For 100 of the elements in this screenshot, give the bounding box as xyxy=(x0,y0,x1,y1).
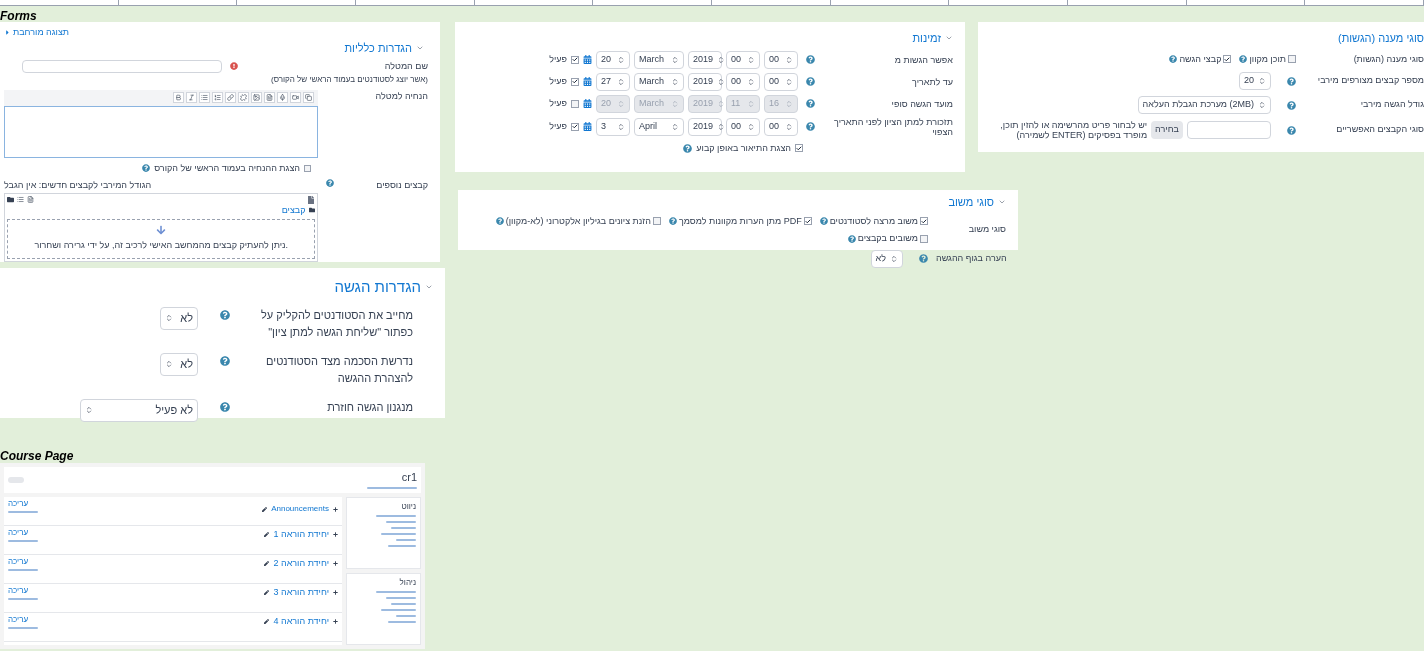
checkbox[interactable] xyxy=(1288,55,1296,64)
select-field[interactable]: לא xyxy=(160,352,198,376)
section-title[interactable]: יחידת הוראה 4 xyxy=(273,615,329,629)
folder-link[interactable]: קבצים xyxy=(281,203,306,217)
name-input[interactable] xyxy=(22,60,222,73)
table-view-icon[interactable] xyxy=(27,195,34,203)
select-field[interactable]: 27 xyxy=(596,72,630,91)
edit-link[interactable]: עריכה xyxy=(8,615,38,624)
edit-link[interactable]: עריכה xyxy=(8,557,38,566)
section-title[interactable]: זמינות xyxy=(912,30,941,47)
checkbox[interactable] xyxy=(795,144,803,153)
section-title[interactable]: סוגי משוב xyxy=(948,194,994,211)
toolbar-button[interactable] xyxy=(238,92,250,103)
select-field[interactable]: April xyxy=(634,117,684,136)
section-title[interactable]: סוגי מענה (הגשות) xyxy=(1338,30,1424,47)
toolbar-button[interactable] xyxy=(290,92,302,103)
select-field[interactable]: 00 xyxy=(726,50,760,69)
add-file-icon[interactable] xyxy=(307,195,316,204)
edit-icon[interactable] xyxy=(264,532,270,538)
select-field[interactable]: March xyxy=(634,50,684,69)
edit-icon[interactable] xyxy=(262,506,268,512)
calendar-icon[interactable] xyxy=(583,77,592,86)
move-icon[interactable] xyxy=(333,506,338,512)
calendar-icon[interactable] xyxy=(583,99,592,108)
checkbox[interactable] xyxy=(304,164,311,172)
help-icon[interactable] xyxy=(1169,55,1178,64)
select-field[interactable]: 00 xyxy=(764,117,798,136)
help-icon[interactable] xyxy=(683,143,693,153)
help-icon[interactable] xyxy=(142,164,151,173)
checkbox[interactable] xyxy=(652,217,661,226)
edit-icon[interactable] xyxy=(264,590,270,596)
select-field[interactable]: לא xyxy=(160,306,198,330)
toolbar-button[interactable] xyxy=(186,92,198,103)
section-title[interactable]: הגדרות כלליות xyxy=(344,39,412,56)
toolbar-button[interactable] xyxy=(277,92,289,103)
move-icon[interactable] xyxy=(333,619,338,625)
help-icon[interactable] xyxy=(919,254,928,263)
select-field[interactable]: לא פעיל xyxy=(80,398,198,422)
select-field[interactable]: 00 xyxy=(764,50,798,69)
calendar-icon[interactable] xyxy=(583,55,592,64)
select-field[interactable]: 3 xyxy=(596,117,630,136)
select-field[interactable]: לא xyxy=(870,249,903,268)
help-icon[interactable] xyxy=(668,217,677,226)
help-icon[interactable] xyxy=(1287,76,1296,86)
select-field[interactable]: 00 xyxy=(726,72,760,91)
help-icon[interactable] xyxy=(806,55,815,64)
checkbox[interactable] xyxy=(571,122,579,131)
toolbar-button[interactable] xyxy=(225,92,237,103)
activity-link[interactable]: Announcements xyxy=(271,503,329,515)
calendar-icon[interactable] xyxy=(583,122,592,131)
toolbar-button[interactable] xyxy=(212,92,224,103)
toolbar-button[interactable] xyxy=(303,92,315,103)
drop-zone[interactable]: ניתן להעתיק קבצים מהמחשב האישי לרכיב זה, על ידי גרירה ושחרור. xyxy=(7,219,316,259)
help-icon[interactable] xyxy=(806,122,815,131)
toolbar-button[interactable] xyxy=(264,92,276,103)
select-field[interactable]: 00 xyxy=(764,72,798,91)
edit-icon[interactable] xyxy=(264,561,270,567)
checkbox[interactable] xyxy=(920,234,928,243)
select-field[interactable]: 00 xyxy=(726,117,760,136)
edit-link[interactable]: עריכה xyxy=(8,586,38,595)
move-icon[interactable] xyxy=(333,532,338,538)
edit-link[interactable]: עריכה xyxy=(8,528,38,537)
select-field[interactable]: 2019 xyxy=(688,50,722,69)
help-icon[interactable] xyxy=(326,179,335,187)
checkbox[interactable] xyxy=(571,55,579,64)
section-title[interactable]: יחידת הוראה 3 xyxy=(273,586,329,600)
section-title[interactable]: יחידת הוראה 2 xyxy=(273,557,329,571)
select-field[interactable]: 2019 xyxy=(688,117,722,136)
edit-link[interactable]: עריכה xyxy=(8,499,38,508)
help-icon[interactable] xyxy=(220,401,230,412)
help-icon[interactable] xyxy=(847,234,856,243)
move-icon[interactable] xyxy=(333,561,338,567)
section-title[interactable]: יחידת הוראה 1 xyxy=(273,528,329,542)
edit-icon[interactable] xyxy=(264,619,270,625)
checkbox[interactable] xyxy=(571,77,579,86)
expand-all-link[interactable]: תצוגה מורחבת xyxy=(13,26,70,40)
toolbar-button[interactable] xyxy=(173,92,185,103)
checkbox[interactable] xyxy=(571,99,579,108)
checkbox[interactable] xyxy=(803,217,812,226)
help-icon[interactable] xyxy=(1287,125,1296,135)
help-icon[interactable] xyxy=(819,217,828,226)
editor-textarea[interactable] xyxy=(4,105,319,158)
move-icon[interactable] xyxy=(333,590,338,596)
help-icon[interactable] xyxy=(806,77,815,86)
select-field[interactable]: 2019 xyxy=(688,72,722,91)
help-icon[interactable] xyxy=(220,355,230,366)
help-icon[interactable] xyxy=(495,217,504,226)
checkbox[interactable] xyxy=(920,217,928,226)
select-field[interactable]: 20 xyxy=(1239,72,1271,90)
help-icon[interactable] xyxy=(1287,100,1296,110)
file-types-input[interactable] xyxy=(1187,121,1271,139)
help-icon[interactable] xyxy=(220,309,230,320)
section-title[interactable]: הגדרות הגשה xyxy=(334,276,421,299)
choose-button[interactable]: בחירה xyxy=(1151,121,1183,139)
toolbar-button[interactable] xyxy=(251,92,263,103)
folder-view-icon[interactable] xyxy=(7,195,14,203)
checkbox[interactable] xyxy=(1223,55,1232,64)
select-field[interactable]: 20 xyxy=(596,50,630,69)
toolbar-button[interactable] xyxy=(199,92,211,103)
select-field[interactable]: March xyxy=(634,72,684,91)
